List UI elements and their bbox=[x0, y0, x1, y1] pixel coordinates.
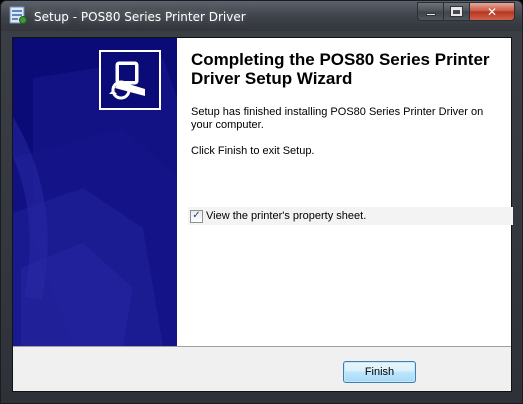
wizard-banner bbox=[13, 38, 177, 346]
wizard-page: Completing the POS80 Series Printer Driv… bbox=[12, 37, 513, 392]
printer-setup-icon bbox=[99, 50, 161, 110]
window-title: Setup - POS80 Series Printer Driver bbox=[34, 10, 246, 24]
close-icon: ✕ bbox=[486, 4, 498, 19]
maximize-button[interactable] bbox=[444, 2, 470, 21]
title-bar[interactable]: Setup - POS80 Series Printer Driver ✕ bbox=[1, 1, 522, 31]
completion-message: Setup has finished installing POS80 Seri… bbox=[191, 106, 484, 131]
maximize-icon bbox=[450, 6, 463, 17]
view-property-sheet-checkbox[interactable]: ✓ bbox=[190, 209, 203, 223]
setup-icon[interactable] bbox=[9, 6, 27, 25]
banner-artwork bbox=[13, 38, 177, 346]
wizard-heading: Completing the POS80 Series Printer Driv… bbox=[191, 50, 490, 88]
finish-button[interactable]: Finish bbox=[343, 361, 416, 383]
view-property-sheet-option[interactable]: ✓ View the printer's property sheet. bbox=[188, 207, 513, 225]
wizard-footer: Finish bbox=[13, 347, 511, 391]
minimize-button[interactable] bbox=[417, 2, 444, 21]
exit-instruction: Click Finish to exit Setup. bbox=[191, 145, 315, 157]
caption-buttons: ✕ bbox=[417, 2, 515, 22]
checkmark-icon: ✓ bbox=[192, 210, 201, 221]
setup-window: Setup - POS80 Series Printer Driver ✕ Co… bbox=[0, 0, 523, 404]
minimize-icon bbox=[425, 13, 436, 16]
close-button[interactable]: ✕ bbox=[470, 2, 515, 21]
view-property-sheet-label[interactable]: View the printer's property sheet. bbox=[206, 210, 366, 222]
